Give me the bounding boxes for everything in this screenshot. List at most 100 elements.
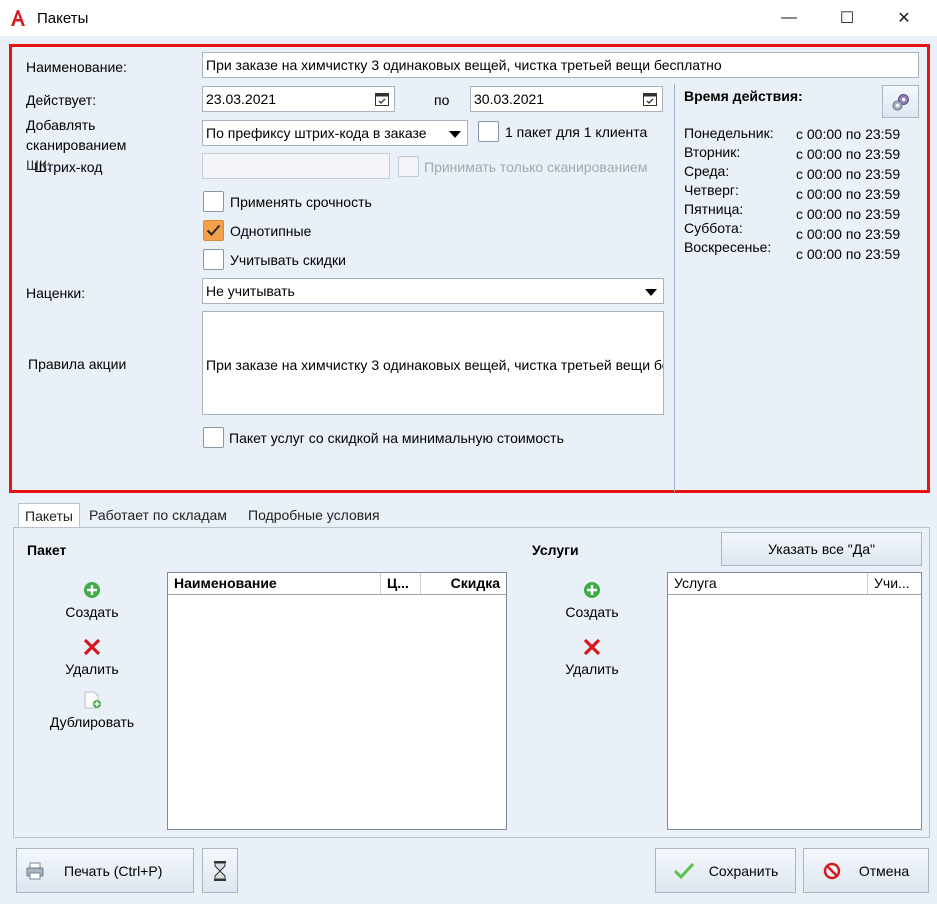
hourglass-button[interactable]: [202, 848, 238, 893]
discounts-label: Учитывать скидки: [230, 252, 346, 268]
schedule-settings-button[interactable]: [882, 85, 919, 118]
time-range: с 00:00 по 23:59: [796, 146, 901, 162]
app-logo-icon: [8, 8, 28, 28]
urgency-checkbox[interactable]: [203, 191, 224, 212]
tab-packets[interactable]: Пакеты: [18, 503, 80, 527]
column-header[interactable]: Услуга: [668, 573, 868, 594]
packet-create-button[interactable]: Создать: [52, 580, 132, 620]
schedule-times: с 00:00 по 23:59 с 00:00 по 23:59 с 00:0…: [796, 124, 900, 264]
print-label: Печать (Ctrl+P): [64, 862, 163, 879]
cancel-button[interactable]: Отмена: [803, 848, 929, 893]
one-pack-checkbox[interactable]: [478, 121, 499, 142]
add-icon: [84, 582, 100, 598]
name-label: Наименование:: [26, 59, 127, 75]
one-pack-label: 1 пакет для 1 клиента: [505, 124, 648, 140]
minimize-button[interactable]: —: [766, 0, 812, 36]
packet-delete-button[interactable]: Удалить: [52, 637, 132, 677]
save-button[interactable]: Сохранить: [655, 848, 796, 893]
services-title: Услуги: [532, 542, 579, 558]
valid-label: Действует:: [26, 92, 97, 108]
hourglass-icon: [214, 860, 226, 881]
barcode-input[interactable]: [202, 153, 390, 179]
scan-label-line1: Добавлять: [26, 117, 96, 133]
set-all-yes-button[interactable]: Указать все "Да": [721, 532, 922, 566]
create-label: Создать: [565, 604, 619, 620]
add-icon: [584, 582, 600, 598]
minimize-icon: —: [781, 9, 797, 26]
scan-only-label: Принимать только сканированием: [424, 159, 648, 175]
date-to-value: 30.03.2021: [474, 91, 545, 107]
markup-value: Не учитывать: [206, 283, 295, 299]
time-range: с 00:00 по 23:59: [796, 226, 901, 242]
same-type-label: Однотипные: [230, 223, 312, 239]
tab-label: Работает по складам: [89, 507, 227, 523]
day-label: Вторник:: [684, 144, 741, 160]
duplicate-label: Дублировать: [49, 714, 135, 730]
delete-label: Удалить: [565, 661, 619, 677]
duplicate-icon: [84, 691, 101, 709]
schedule-title: Время действия:: [684, 88, 803, 104]
window-title: Пакеты: [37, 10, 89, 27]
title-bar: Пакеты — ☐ ✕: [0, 0, 937, 36]
date-to-input[interactable]: 30.03.2021: [470, 86, 663, 112]
date-from-input[interactable]: 23.03.2021: [202, 86, 395, 112]
markup-label: Наценки:: [26, 285, 86, 301]
calendar-icon[interactable]: [374, 91, 390, 107]
packets-grid[interactable]: Наименование Ц... Скидка: [167, 572, 507, 830]
service-delete-button[interactable]: Удалить: [552, 637, 632, 677]
print-button[interactable]: Печать (Ctrl+P): [16, 848, 194, 893]
discounts-checkbox[interactable]: [203, 249, 224, 270]
time-range: с 00:00 по 23:59: [796, 166, 901, 182]
urgency-label: Применять срочность: [230, 194, 372, 210]
barcode-label: Штрих-код: [34, 159, 103, 175]
day-label: Понедельник:: [684, 125, 774, 141]
maximize-button[interactable]: ☐: [824, 0, 870, 36]
printer-icon: [26, 862, 44, 879]
column-header[interactable]: Скидка: [421, 573, 506, 594]
vertical-divider: [674, 84, 675, 492]
service-create-button[interactable]: Создать: [552, 580, 632, 620]
scan-label-line2: сканированием: [26, 137, 127, 153]
column-header[interactable]: Учи...: [868, 573, 921, 594]
save-label: Сохранить: [708, 862, 779, 879]
grid-header: Услуга Учи...: [668, 573, 921, 595]
calendar-icon[interactable]: [642, 91, 658, 107]
time-range: с 00:00 по 23:59: [796, 246, 901, 262]
time-range: с 00:00 по 23:59: [796, 186, 901, 202]
time-range: с 00:00 по 23:59: [796, 126, 901, 142]
checkmark-icon: [206, 224, 221, 236]
scan-mode-select[interactable]: По префиксу штрих-кода в заказе: [202, 120, 468, 146]
tab-conditions[interactable]: Подробные условия: [242, 503, 386, 527]
rules-label: Правила акции: [28, 356, 127, 372]
delete-label: Удалить: [65, 661, 119, 677]
date-to-label: по: [434, 92, 450, 108]
gears-icon: [892, 93, 909, 110]
maximize-icon: ☐: [839, 10, 855, 27]
time-range: с 00:00 по 23:59: [796, 206, 901, 222]
markup-select[interactable]: Не учитывать: [202, 278, 664, 304]
cancel-icon: [823, 862, 841, 879]
services-grid[interactable]: Услуга Учи...: [667, 572, 922, 830]
packet-duplicate-button[interactable]: Дублировать: [32, 690, 152, 730]
rules-textarea[interactable]: При заказе на химчистку 3 одинаковых вещ…: [202, 311, 664, 415]
name-input[interactable]: При заказе на химчистку 3 одинаковых вещ…: [202, 52, 919, 78]
cancel-label: Отмена: [858, 862, 910, 879]
chevron-down-icon: [645, 289, 657, 296]
scan-only-checkbox[interactable]: [398, 156, 419, 177]
grid-header: Наименование Ц... Скидка: [168, 573, 506, 595]
min-cost-checkbox[interactable]: [203, 427, 224, 448]
day-label: Среда:: [684, 163, 730, 179]
day-label: Четверг:: [684, 182, 739, 198]
tab-warehouses[interactable]: Работает по складам: [83, 503, 233, 527]
day-label: Суббота:: [684, 220, 743, 236]
same-type-checkbox[interactable]: [203, 220, 224, 241]
packets-title: Пакет: [27, 542, 67, 558]
close-button[interactable]: ✕: [881, 0, 927, 36]
column-header[interactable]: Наименование: [168, 573, 381, 594]
create-label: Создать: [65, 604, 119, 620]
min-cost-label: Пакет услуг со скидкой на минимальную ст…: [229, 430, 564, 446]
delete-icon: [83, 638, 101, 656]
column-header[interactable]: Ц...: [381, 573, 421, 594]
checkmark-icon: [673, 862, 694, 879]
tab-label: Подробные условия: [248, 507, 380, 523]
